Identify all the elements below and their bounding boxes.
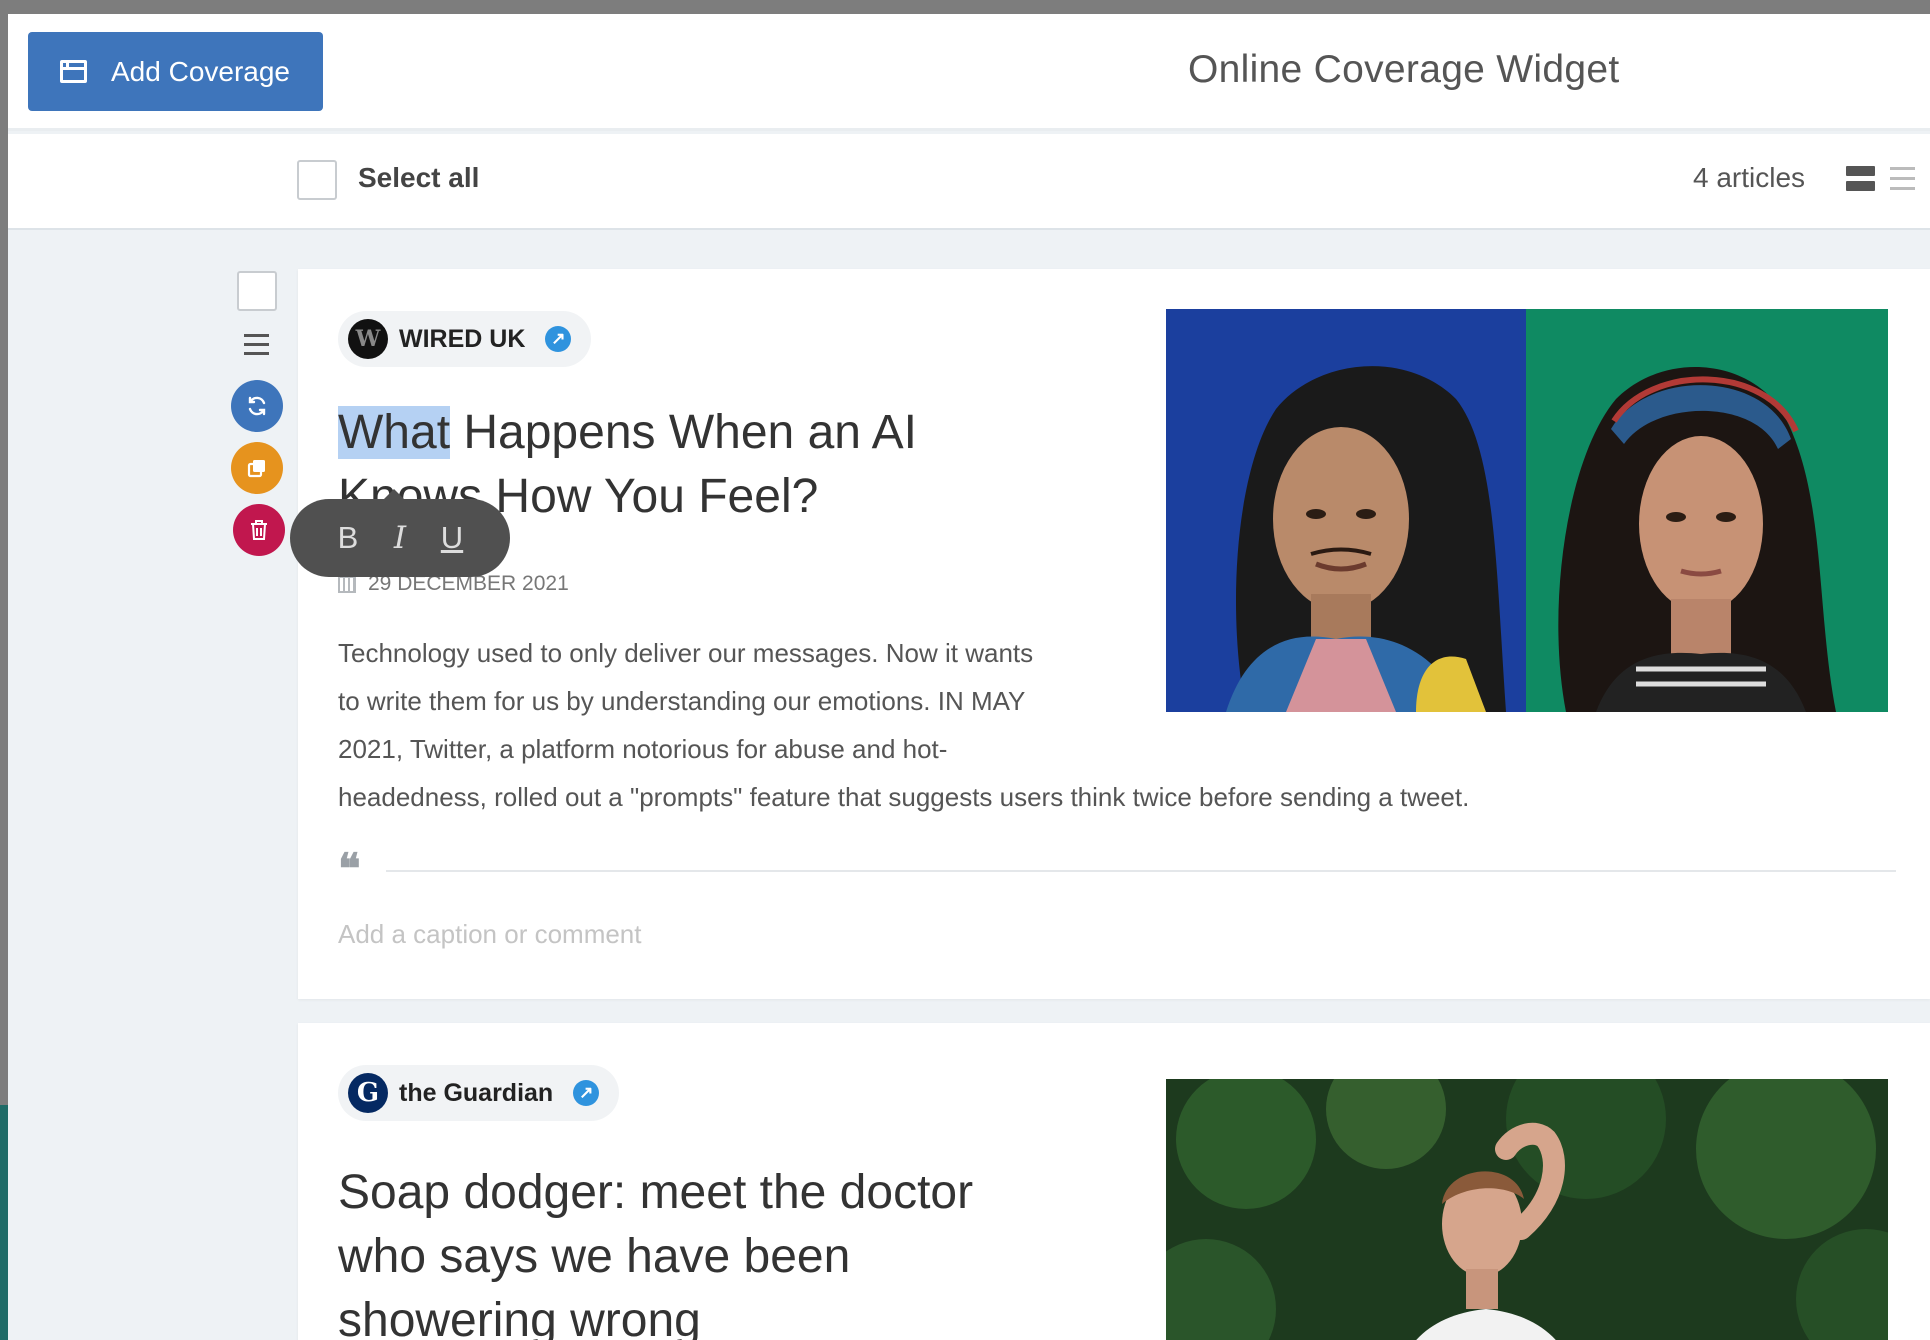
background-strip xyxy=(0,1105,8,1340)
duplicate-button[interactable] xyxy=(231,442,283,494)
article-card: G the Guardian ↗ Soap dodger: meet the d… xyxy=(298,1023,1930,1340)
article-image xyxy=(1166,309,1888,712)
publication-name: the Guardian xyxy=(399,1078,554,1107)
add-coverage-button[interactable]: Add Coverage xyxy=(28,32,323,111)
trash-icon xyxy=(251,520,267,540)
divider xyxy=(386,870,1896,872)
select-all-checkbox[interactable] xyxy=(297,160,337,200)
widget-title: Online Coverage Widget xyxy=(1188,48,1620,91)
calendar-icon xyxy=(338,575,356,593)
list-view-icon[interactable] xyxy=(1890,167,1915,191)
selected-text: What xyxy=(338,406,451,459)
list-toolbar: Select all 4 articles xyxy=(8,134,1930,230)
underline-button[interactable]: U xyxy=(432,520,472,556)
widget-window: Add Coverage Online Coverage Widget Sele… xyxy=(8,14,1930,1340)
bold-button[interactable]: B xyxy=(328,520,368,556)
select-all-label[interactable]: Select all xyxy=(358,162,479,194)
external-link-icon[interactable]: ↗ xyxy=(573,1080,600,1106)
publication-badge[interactable]: G the Guardian ↗ xyxy=(338,1065,620,1121)
add-coverage-label: Add Coverage xyxy=(111,55,291,87)
copy-icon xyxy=(247,460,265,478)
publication-name: WIRED UK xyxy=(399,324,526,353)
publication-badge[interactable]: W WIRED UK ↗ xyxy=(338,311,592,367)
article-card: W WIRED UK ↗ What Happens When an AI Kno… xyxy=(298,269,1930,999)
publication-logo: W xyxy=(348,319,388,359)
publication-logo: G xyxy=(348,1073,388,1113)
card-view-icon[interactable] xyxy=(1846,166,1875,192)
delete-button[interactable] xyxy=(233,504,285,556)
caption-input[interactable]: Add a caption or comment xyxy=(338,919,642,950)
quote-icon: ❝ xyxy=(338,844,361,893)
widget-header: Add Coverage Online Coverage Widget xyxy=(8,14,1930,131)
refresh-icon xyxy=(248,396,266,416)
drag-handle-icon[interactable] xyxy=(244,334,269,356)
article-select-checkbox[interactable] xyxy=(237,271,277,311)
article-image xyxy=(1166,1079,1888,1340)
calendar-icon xyxy=(60,60,87,83)
refresh-button[interactable] xyxy=(231,380,283,432)
italic-button[interactable]: I xyxy=(380,520,420,556)
article-headline[interactable]: Soap dodger: meet the doctor who says we… xyxy=(338,1161,1058,1340)
external-link-icon[interactable]: ↗ xyxy=(545,326,572,352)
article-count: 4 articles xyxy=(1693,162,1806,193)
text-format-toolbar: B I U xyxy=(290,489,510,577)
